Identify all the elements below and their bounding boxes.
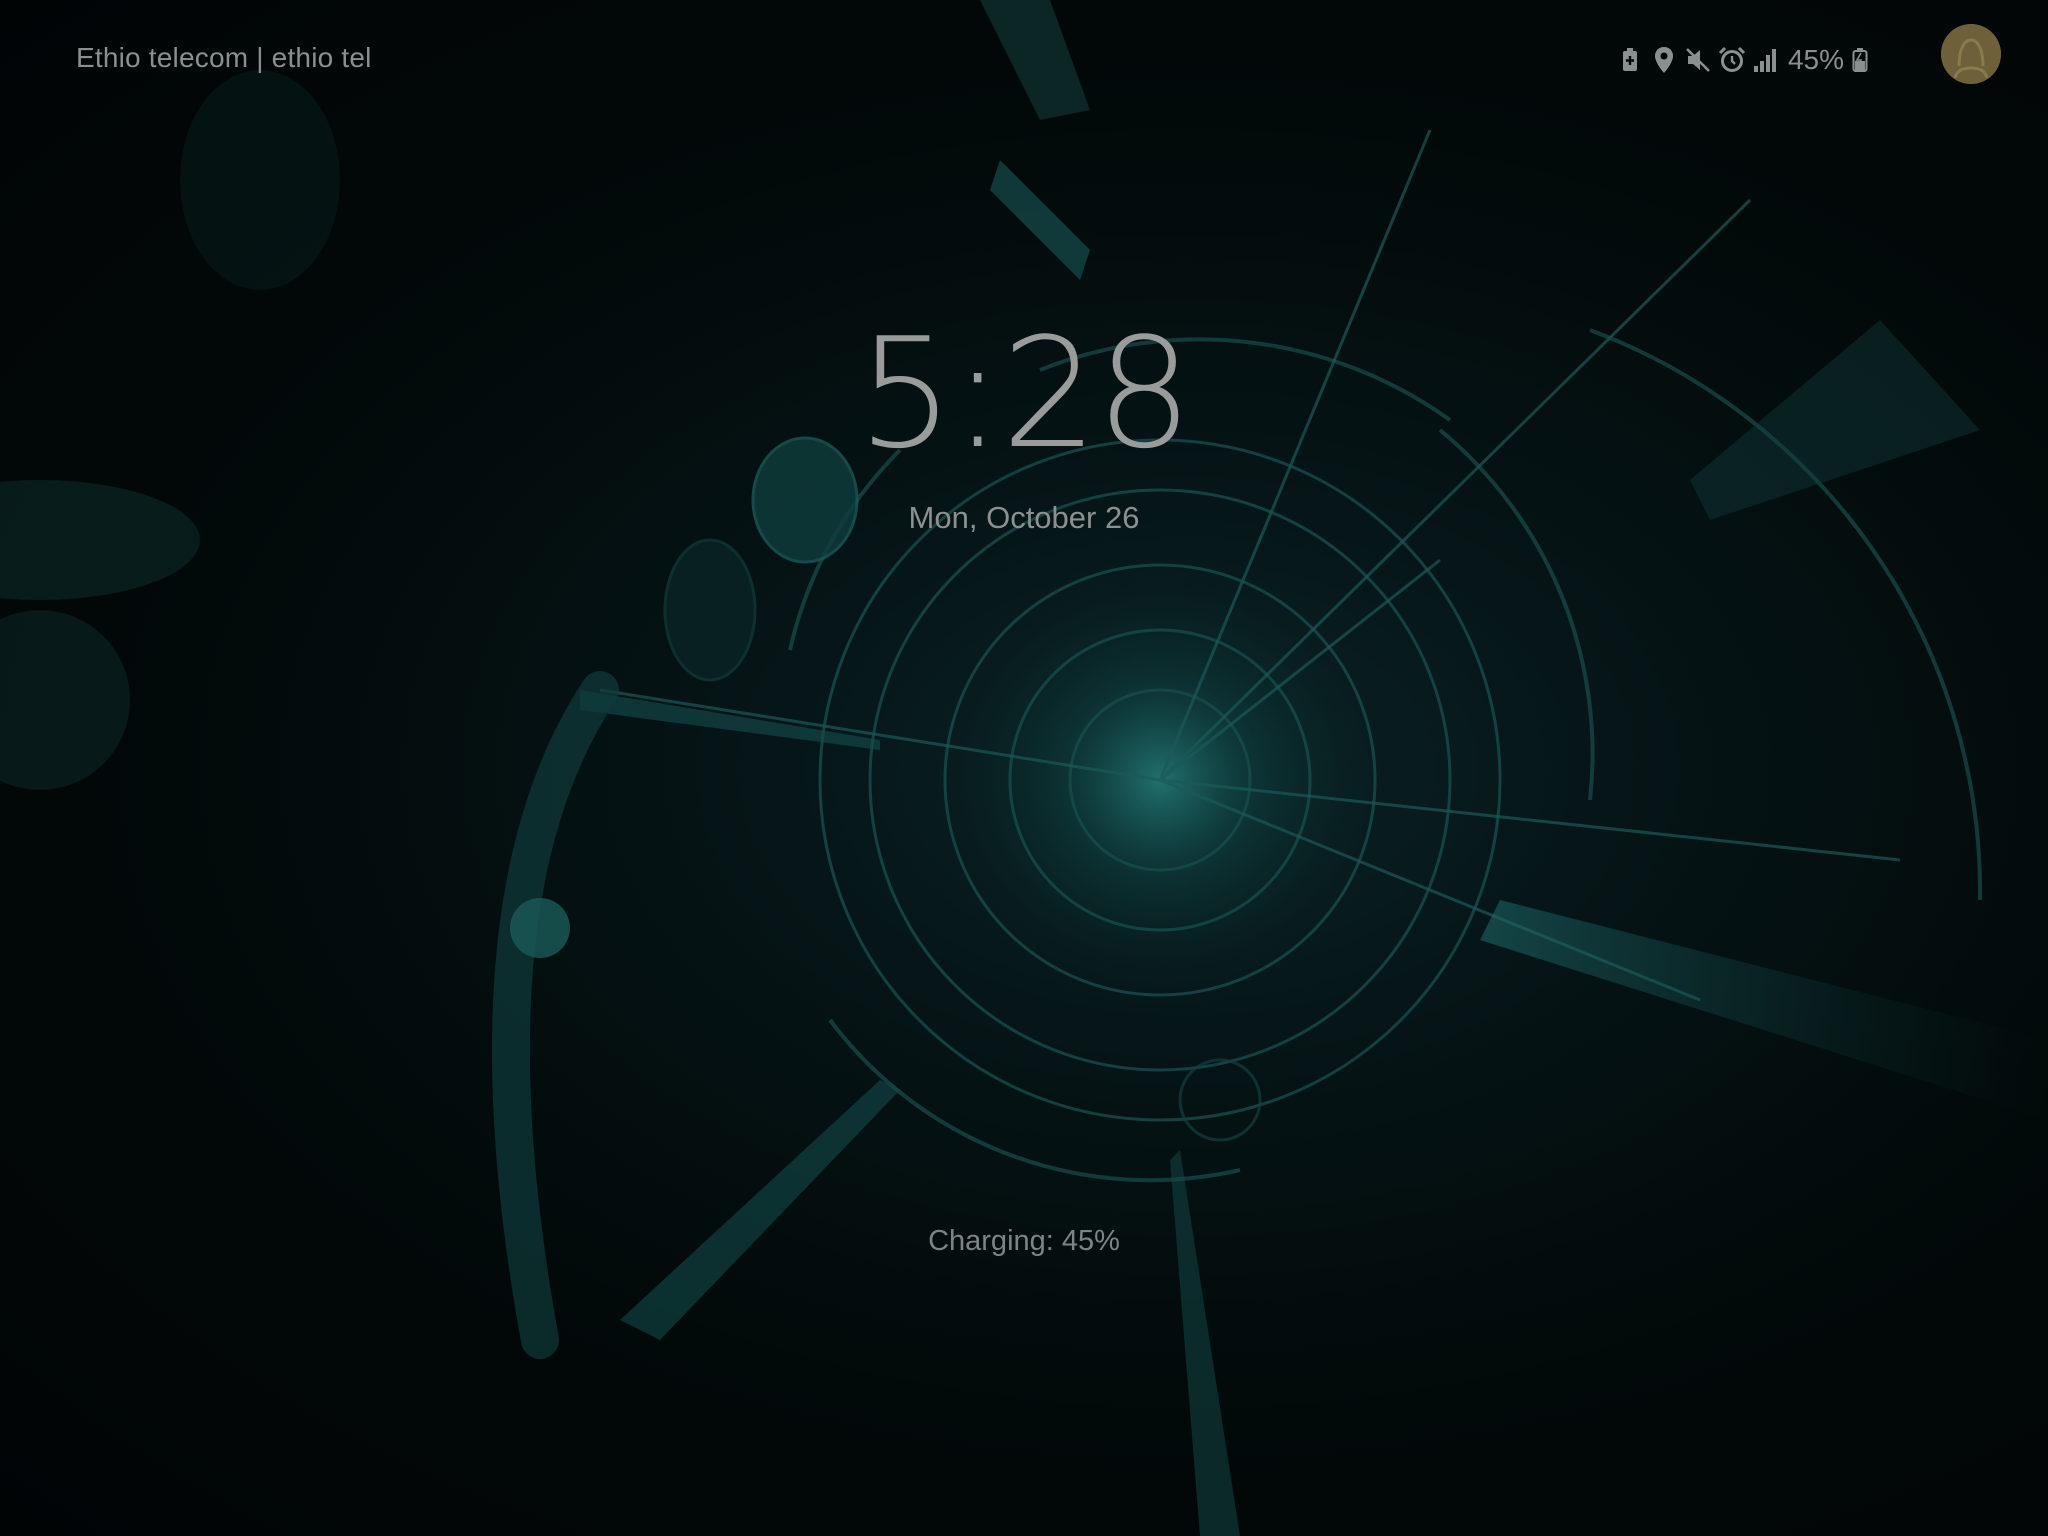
location-icon xyxy=(1650,44,1678,76)
lock-screen-date: Mon, October 26 xyxy=(908,500,1140,535)
user-avatar[interactable] xyxy=(1941,24,2001,84)
carrier-name: Ethio telecom | ethio tel xyxy=(76,42,372,73)
mute-icon xyxy=(1684,44,1712,76)
battery-saver-icon xyxy=(1616,44,1644,76)
signal-icon xyxy=(1752,44,1780,76)
battery-charging-icon xyxy=(1850,44,1870,76)
lock-screen-clock: 5:28 xyxy=(857,305,1192,482)
wallpaper-background xyxy=(0,0,2048,1536)
alarm-icon xyxy=(1718,44,1746,76)
status-icons: 45% xyxy=(1616,40,1870,80)
charging-status: Charging: 45% xyxy=(928,1225,1120,1257)
lock-screen[interactable]: Ethio telecom | ethio tel 45% 5:28 Mon, … xyxy=(0,0,2048,1536)
battery-percentage: 45% xyxy=(1787,44,1844,75)
